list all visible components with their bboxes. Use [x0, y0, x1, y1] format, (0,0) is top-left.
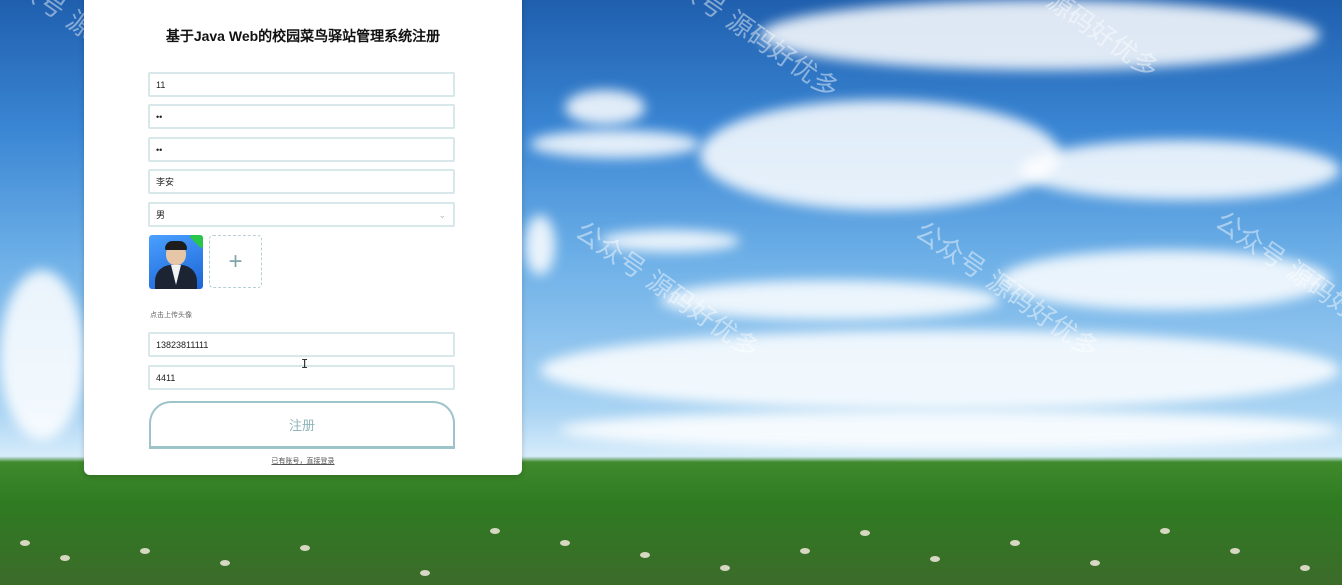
- password-value: ••: [156, 111, 163, 122]
- avatar-hint: 点击上传头像: [150, 312, 192, 319]
- gender-select[interactable]: 男 ⌄: [148, 202, 455, 227]
- register-button[interactable]: 注册: [149, 401, 455, 449]
- avatar[interactable]: [149, 235, 203, 289]
- confirm-password-field[interactable]: ••: [148, 137, 455, 162]
- login-link[interactable]: 已有账号，直接登录: [84, 456, 522, 466]
- page-title: 基于Java Web的校园菜鸟驿站管理系统注册: [165, 28, 441, 44]
- name-value: 李安: [156, 177, 175, 187]
- chevron-down-icon: ⌄: [438, 210, 446, 220]
- code-value: 4411: [156, 372, 176, 383]
- phone-value: 13823811111: [156, 339, 209, 350]
- confirm-password-value: ••: [156, 144, 163, 155]
- register-panel: 基于Java Web的校园菜鸟驿站管理系统注册 11 •• •• 李安 男 ⌄ …: [84, 0, 522, 475]
- name-field[interactable]: 李安: [148, 169, 455, 194]
- gender-value: 男: [156, 210, 166, 220]
- phone-field[interactable]: 13823811111: [148, 332, 455, 357]
- username-field[interactable]: 11: [148, 72, 455, 97]
- username-value: 11: [156, 79, 166, 90]
- avatar-upload-button[interactable]: +: [209, 235, 262, 288]
- text-cursor-icon: I: [301, 357, 309, 371]
- password-field[interactable]: ••: [148, 104, 455, 129]
- plus-icon: +: [228, 247, 243, 275]
